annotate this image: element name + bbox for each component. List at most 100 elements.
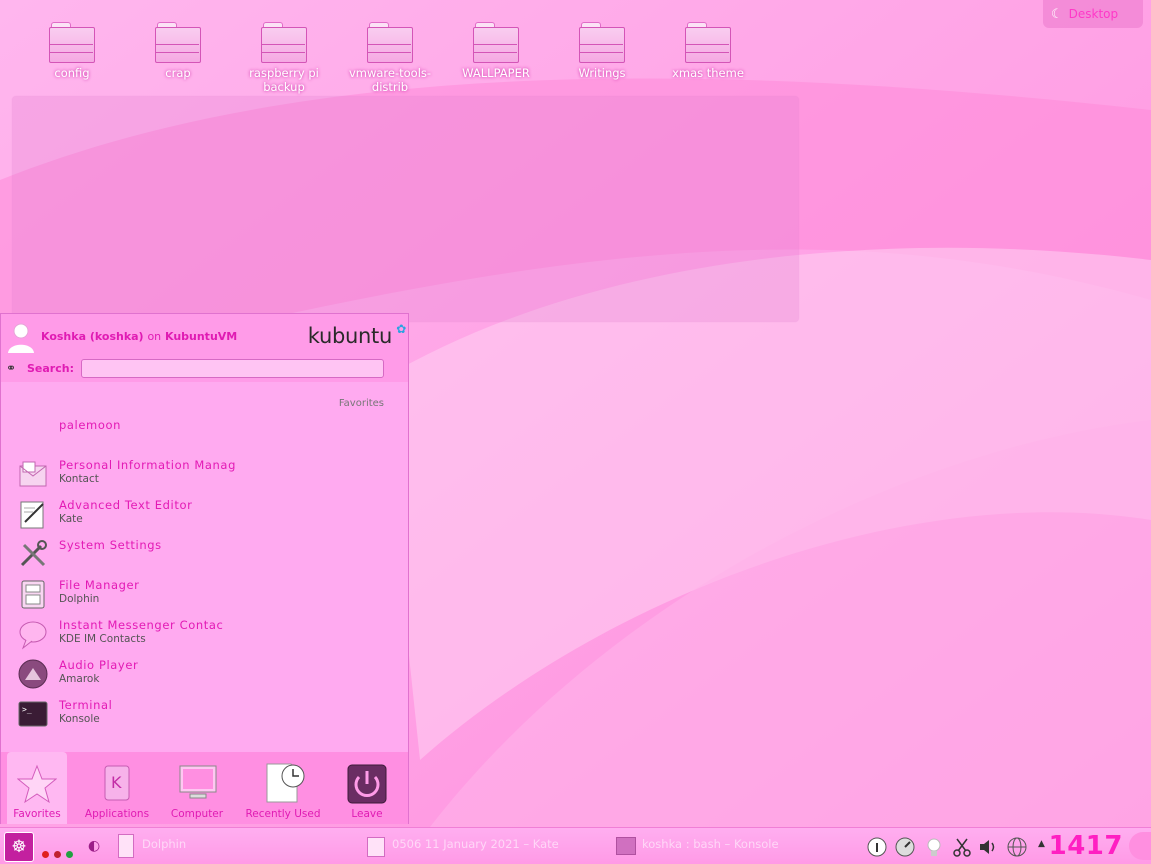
item-sub: Amarok <box>59 673 100 685</box>
tab-recently-used[interactable]: Recently Used <box>243 752 323 824</box>
green-dot-icon <box>66 851 74 858</box>
item-name: System Settings <box>59 538 162 552</box>
user-name: Koshka (koshka) <box>41 330 144 343</box>
activity-icon[interactable]: ◐ <box>88 838 100 854</box>
chevron-up-icon[interactable]: ▲ <box>1038 839 1045 849</box>
kickoff-header: Koshka (koshka) on KubuntuVM kubuntu ✿ ⚭… <box>1 314 408 382</box>
tab-label: Favorites <box>13 808 61 820</box>
kickoff-launcher-button[interactable]: ☸ <box>4 832 34 862</box>
kde-logo-icon: ☸ <box>11 837 27 857</box>
item-name: Instant Messenger Contac <box>59 618 224 632</box>
folder-icon <box>49 22 95 63</box>
folder-icon <box>473 22 519 63</box>
panel-toolbox-icon[interactable] <box>1129 832 1151 860</box>
item-sub: Kontact <box>59 473 99 485</box>
moon-icon: ☾ <box>1051 6 1063 22</box>
desktop-folder-label: WALLPAPER <box>462 66 530 80</box>
desktop-folder-label: config <box>54 66 90 80</box>
kate-task-icon <box>367 837 385 857</box>
item-sub: Kate <box>59 513 83 525</box>
tab-applications[interactable]: K Applications <box>77 752 157 824</box>
computer-icon <box>179 765 217 799</box>
tab-label: Leave <box>351 808 383 820</box>
kontact-icon <box>19 461 47 487</box>
favorite-item-palemoon[interactable]: palemoon <box>1 416 401 452</box>
konsole-task-icon <box>616 837 636 855</box>
tab-computer[interactable]: Computer <box>157 752 237 824</box>
desktop-folder-label: crap <box>165 66 191 80</box>
kate-icon <box>20 501 44 529</box>
desktop-folder-config[interactable]: config <box>27 22 117 80</box>
desktop-folder-label: vmware-tools-distrib <box>348 66 432 94</box>
favorite-item-dolphin[interactable]: File Manager Dolphin <box>1 576 401 612</box>
network-icon[interactable] <box>1006 836 1028 858</box>
star-icon <box>17 764 57 804</box>
binoculars-icon: ⚭ <box>6 361 17 375</box>
kickoff-menu: Koshka (koshka) on KubuntuVM kubuntu ✿ ⚭… <box>0 313 409 824</box>
item-name: Personal Information Manag <box>59 458 236 472</box>
favorite-item-system-settings[interactable]: System Settings <box>1 536 401 572</box>
kubuntu-logo: kubuntu ✿ <box>307 322 407 348</box>
tab-leave[interactable]: Leave <box>327 752 407 824</box>
svg-text:>_: >_ <box>22 705 32 714</box>
toolbox-label: Desktop <box>1068 7 1119 21</box>
search-label: Search: <box>27 362 74 375</box>
desktop-folder-raspberry-pi-backup[interactable]: raspberry pi backup <box>239 22 329 94</box>
volume-icon[interactable] <box>977 836 999 858</box>
task-kate[interactable]: 0506 11 January 2021 – Kate <box>392 837 559 851</box>
favorite-item-amarok[interactable]: Audio Player Amarok <box>1 656 401 692</box>
brand-text: kubuntu <box>307 324 393 348</box>
info-icon[interactable] <box>866 836 888 858</box>
favorite-item-kde-im-contacts[interactable]: Instant Messenger Contac KDE IM Contacts <box>1 616 401 652</box>
search-input[interactable] <box>81 359 384 378</box>
item-sub: Konsole <box>59 713 100 725</box>
lightbulb-icon[interactable] <box>923 836 945 858</box>
amarok-icon <box>18 659 48 689</box>
favorite-item-kontact[interactable]: Personal Information Manag Kontact <box>1 456 401 492</box>
kickoff-tab-bar: Favorites K Applications Computer Recent… <box>1 752 408 824</box>
desktop-folder-xmas-theme[interactable]: xmas theme <box>663 22 753 80</box>
folder-icon <box>367 22 413 63</box>
item-name: Advanced Text Editor <box>59 498 193 512</box>
svg-text:K: K <box>111 773 122 792</box>
clock-document-icon <box>266 763 305 803</box>
terminal-icon: >_ <box>18 701 48 727</box>
user-info: Koshka (koshka) on KubuntuVM <box>41 330 237 343</box>
tab-label: Recently Used <box>245 808 321 820</box>
desktop-folder-label: xmas theme <box>672 66 744 80</box>
favorite-item-konsole[interactable]: >_ Terminal Konsole <box>1 696 401 732</box>
desktop-folder-label: raspberry pi backup <box>249 66 319 94</box>
tab-label: Computer <box>170 808 224 820</box>
folder-icon <box>155 22 201 63</box>
desktop-folder-vmware-tools-distrib[interactable]: vmware-tools-distrib <box>345 22 435 94</box>
favorite-item-kate[interactable]: Advanced Text Editor Kate <box>1 496 401 532</box>
user-on-text: on <box>147 330 162 343</box>
speedometer-icon[interactable] <box>894 836 916 858</box>
desktop-folder-writings[interactable]: Writings <box>557 22 647 80</box>
folder-icon <box>685 22 731 63</box>
chat-icon <box>19 621 47 650</box>
desktop-folder-crap[interactable]: crap <box>133 22 223 80</box>
red-dot-icon <box>42 851 49 858</box>
desktop-folder-wallpaper[interactable]: WALLPAPER <box>451 22 541 80</box>
tab-favorites[interactable]: Favorites <box>7 752 67 824</box>
item-name: palemoon <box>59 418 121 432</box>
settings-icon <box>20 540 47 567</box>
folder-icon <box>579 22 625 63</box>
panel-clock[interactable]: 1417 <box>1049 831 1123 861</box>
taskbar-panel: ☸ ◐ Dolphin 0506 11 January 2021 – Kate … <box>0 827 1151 864</box>
task-konsole[interactable]: koshka : bash – Konsole <box>642 837 779 851</box>
scissors-icon[interactable] <box>951 836 973 858</box>
item-sub: Dolphin <box>59 593 100 605</box>
folder-icon <box>261 22 307 63</box>
power-icon <box>347 764 387 804</box>
item-name: File Manager <box>59 578 140 592</box>
item-name: Terminal <box>59 698 113 712</box>
file-manager-icon <box>21 580 45 609</box>
kubuntu-gear-icon: ✿ <box>396 322 406 336</box>
window-dots <box>42 843 74 862</box>
desktop-toolbox[interactable]: ☾ Desktop <box>1043 0 1143 28</box>
dolphin-task-icon <box>118 834 134 858</box>
favorites-section-title: Favorites <box>338 398 384 409</box>
task-dolphin[interactable]: Dolphin <box>142 837 186 851</box>
